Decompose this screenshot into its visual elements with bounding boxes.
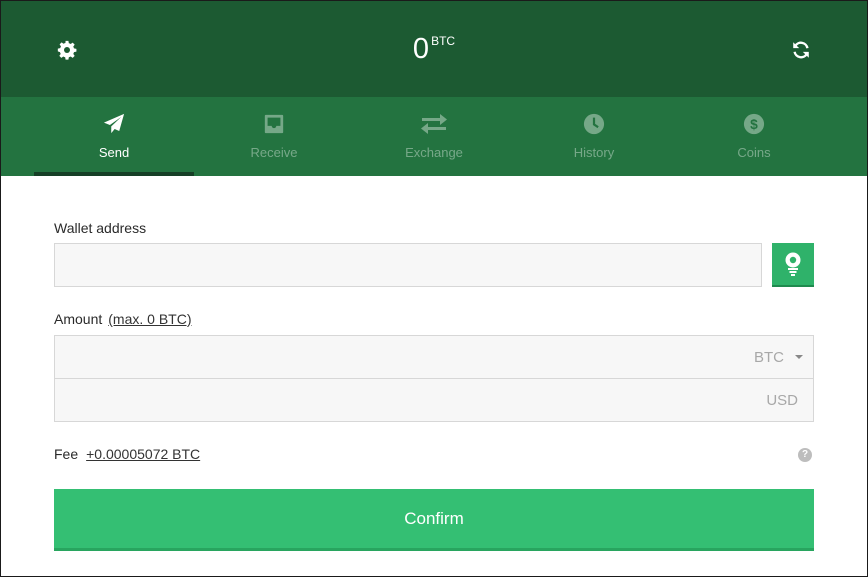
amount-label: Amount (max. 0 BTC) — [54, 311, 191, 327]
balance-unit: BTC — [431, 34, 456, 48]
paper-plane-icon — [103, 111, 125, 137]
tab-history-label: History — [573, 145, 615, 160]
fee-label: Fee — [54, 446, 79, 462]
tab-exchange-label: Exchange — [405, 145, 463, 160]
amount-label-text: Amount — [54, 311, 103, 327]
max-amount-link[interactable]: (max. 0 BTC) — [108, 311, 191, 327]
tab-history[interactable]: History — [514, 97, 674, 176]
tab-exchange[interactable]: Exchange — [354, 97, 514, 176]
fee-value-link[interactable]: +0.00005072 BTC — [86, 446, 200, 462]
header: 0 BTC — [1, 1, 867, 97]
tab-receive[interactable]: Receive — [194, 97, 354, 176]
amount-btc-field[interactable]: BTC — [54, 335, 814, 379]
chevron-down-icon[interactable] — [795, 355, 803, 359]
fee-row: Fee +0.00005072 BTC — [54, 446, 200, 462]
question-icon[interactable]: ? — [798, 448, 812, 462]
dollar-coin-icon: $ — [743, 111, 765, 137]
tab-coins-label: Coins — [737, 145, 771, 160]
svg-text:$: $ — [750, 117, 758, 132]
amount-usd-field[interactable]: USD — [54, 378, 814, 422]
tab-receive-label: Receive — [250, 145, 298, 160]
btc-currency-label: BTC — [754, 349, 784, 366]
balance-display: 0 BTC — [1, 32, 867, 66]
wallet-address-input[interactable] — [54, 243, 762, 287]
inbox-icon — [263, 111, 285, 137]
tab-bar: Send Receive Exchange History $ Coins — [1, 97, 867, 176]
exchange-arrows-icon — [420, 111, 448, 137]
refresh-icon[interactable] — [789, 38, 813, 62]
wallet-address-label: Wallet address — [54, 220, 147, 236]
qr-scan-icon — [785, 252, 801, 276]
balance-value: 0 — [412, 33, 430, 65]
tab-send-label: Send — [98, 145, 130, 160]
qr-scan-button[interactable] — [772, 243, 814, 287]
confirm-button[interactable]: Confirm — [54, 489, 814, 551]
tab-send[interactable]: Send — [34, 97, 194, 176]
usd-currency-label: USD — [766, 392, 798, 409]
tab-coins[interactable]: $ Coins — [674, 97, 834, 176]
app-window: 0 BTC Send Receive Exchange History $ Co… — [0, 0, 868, 577]
clock-icon — [583, 111, 605, 137]
